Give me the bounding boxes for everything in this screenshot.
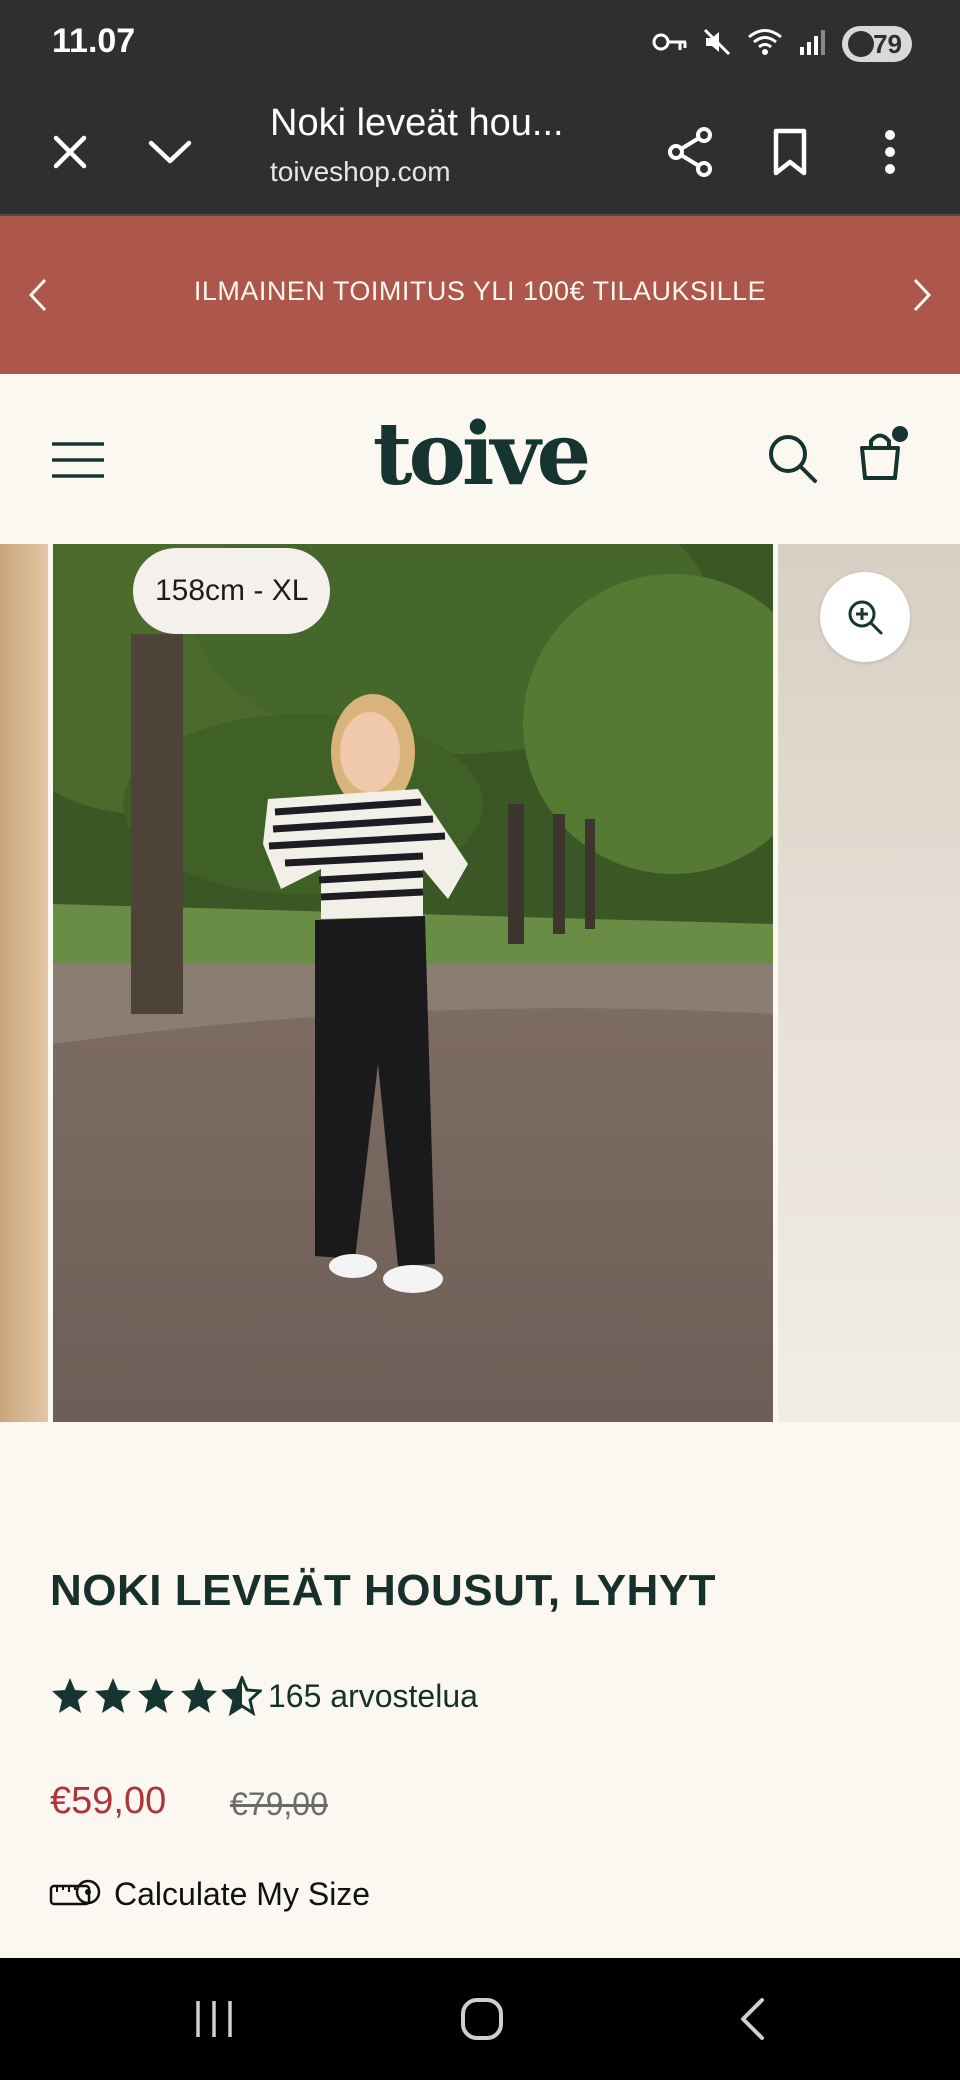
sale-price: €59,00 (50, 1780, 167, 1822)
home-icon[interactable] (442, 1984, 522, 2054)
menu-icon[interactable] (42, 424, 114, 496)
status-bar: 11.07 79 (0, 0, 960, 88)
recent-apps-icon[interactable] (174, 1984, 254, 2054)
more-vert-icon[interactable] (858, 120, 922, 184)
zoom-in-icon[interactable] (820, 572, 910, 662)
chevron-down-icon[interactable] (138, 120, 202, 184)
cart-icon[interactable] (846, 418, 918, 490)
half-star-icon (222, 1676, 262, 1716)
system-navigation-bar (0, 1958, 960, 2080)
battery-level: 79 (873, 28, 902, 59)
product-photo[interactable]: 158cm - XL (53, 544, 773, 1422)
browser-toolbar: Noki leveät hou... toiveshop.com (0, 88, 960, 216)
gallery-slide-previous[interactable] (0, 544, 48, 1422)
site-header: toive (0, 374, 960, 544)
back-icon[interactable] (712, 1984, 792, 2054)
vpn-key-icon (652, 30, 688, 58)
original-price: €79,00 (230, 1786, 328, 1822)
size-label-chip: 158cm - XL (133, 548, 331, 634)
rating-stars (50, 1676, 262, 1716)
product-rating[interactable]: 165 arvostelua (50, 1676, 478, 1716)
search-icon[interactable] (756, 422, 828, 494)
chevron-right-icon[interactable] (892, 265, 952, 325)
share-icon[interactable] (658, 120, 722, 184)
wifi-icon (746, 27, 784, 61)
status-icons: 79 (652, 24, 912, 64)
star-icon (181, 1678, 217, 1713)
page-url[interactable]: toiveshop.com (270, 156, 451, 188)
close-icon[interactable] (38, 120, 102, 184)
product-gallery[interactable]: 158cm - XL (0, 544, 960, 1422)
battery-icon: 79 (842, 26, 912, 62)
review-count[interactable]: 165 arvostelua (268, 1678, 478, 1715)
star-icon (52, 1678, 88, 1713)
page-title[interactable]: Noki leveät hou... (270, 102, 600, 145)
star-icon (138, 1678, 174, 1713)
site-logo[interactable]: toive (330, 404, 630, 505)
promo-banner: ILMAINEN TOIMITUS YLI 100€ TILAUKSILLE (0, 216, 960, 374)
promo-text: ILMAINEN TOIMITUS YLI 100€ TILAUKSILLE (193, 276, 767, 306)
signal-icon (798, 27, 828, 61)
gallery-slide-next[interactable] (778, 544, 960, 1422)
mute-icon (702, 27, 732, 61)
calculate-size-label[interactable]: Calculate My Size (114, 1876, 370, 1913)
star-icon (95, 1678, 131, 1713)
status-time: 11.07 (52, 22, 136, 60)
calculate-size-link[interactable]: Calculate My Size (48, 1876, 370, 1913)
measuring-tape-icon (48, 1878, 102, 1912)
bookmark-icon[interactable] (758, 120, 822, 184)
product-title: NOKI LEVEÄT HOUSUT, LYHYT (50, 1566, 717, 1615)
